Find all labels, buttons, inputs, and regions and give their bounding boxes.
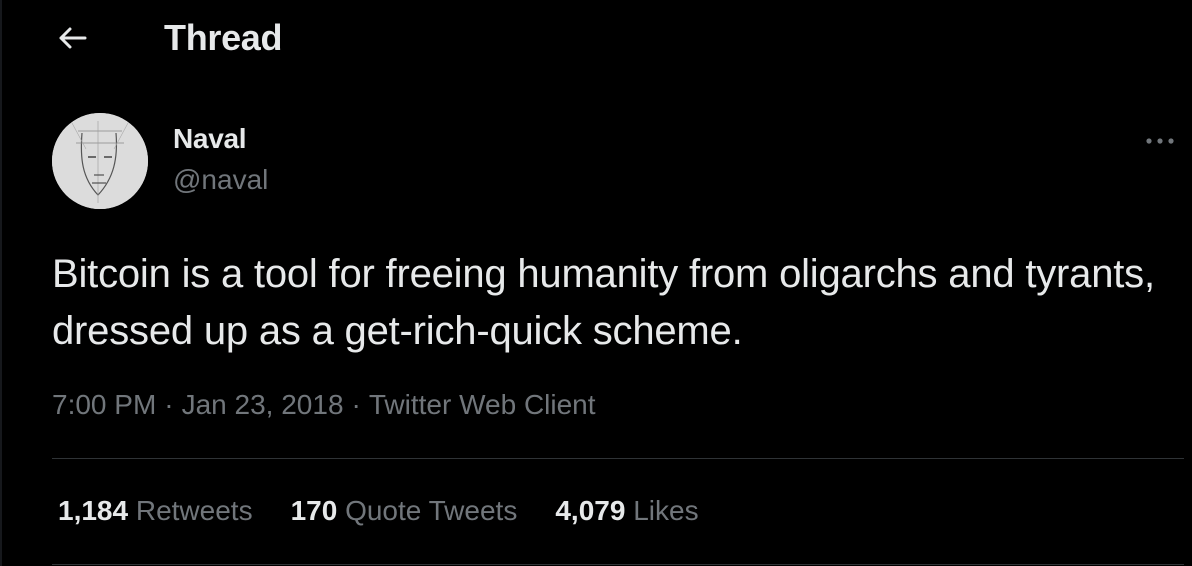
meta-separator: · [164, 389, 174, 420]
tweet-meta: 7:00 PM · Jan 23, 2018 · Twitter Web Client [52, 388, 596, 422]
more-horizontal-icon [1145, 132, 1175, 150]
likes-label: Likes [633, 495, 699, 526]
quote-tweets-count: 170 [290, 495, 338, 526]
author-name[interactable]: Naval [173, 122, 247, 156]
quote-tweets-label: Quote Tweets [345, 495, 518, 526]
tweet-client[interactable]: Twitter Web Client [369, 389, 596, 420]
likes-stat[interactable]: 4,079 Likes [555, 494, 698, 528]
retweets-label: Retweets [135, 495, 253, 526]
back-button[interactable] [52, 20, 92, 60]
avatar[interactable] [52, 113, 148, 209]
tweet-stats: 1,184 Retweets 170 Quote Tweets 4,079 Li… [58, 494, 699, 528]
column-border [0, 0, 2, 566]
author-handle[interactable]: @naval [173, 163, 268, 197]
thread-header: Thread [0, 0, 1192, 80]
tweet-date[interactable]: Jan 23, 2018 [182, 389, 344, 420]
quote-tweets-stat[interactable]: 170 Quote Tweets [291, 494, 518, 528]
more-options-button[interactable] [1140, 126, 1180, 156]
tweet-time[interactable]: 7:00 PM [52, 389, 156, 420]
arrow-left-icon [57, 26, 87, 55]
divider [52, 458, 1184, 459]
retweets-stat[interactable]: 1,184 Retweets [58, 494, 253, 528]
page-title: Thread [164, 17, 283, 58]
divider [52, 564, 1184, 565]
likes-count: 4,079 [555, 495, 626, 526]
tweet-text: Bitcoin is a tool for freeing humanity f… [52, 252, 1155, 353]
retweets-count: 1,184 [58, 495, 129, 526]
meta-separator: · [351, 389, 361, 420]
